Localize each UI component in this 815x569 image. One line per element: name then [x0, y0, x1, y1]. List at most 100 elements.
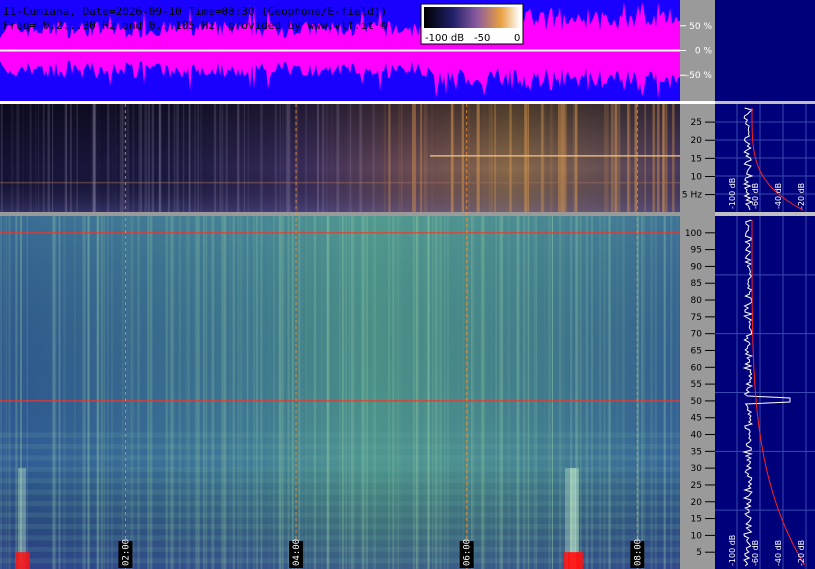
high-spectrogram-streak	[373, 216, 375, 569]
low-spectrogram-streak	[98, 104, 101, 212]
high-spectrogram-streak	[147, 216, 149, 569]
high-spectrogram-streak	[660, 216, 661, 569]
low-spectrogram-streak	[644, 104, 646, 212]
low-spectrogram-streak	[138, 104, 140, 212]
colorbar: -100 dB -50 0	[420, 3, 524, 45]
high-spectrogram-streak	[327, 216, 330, 569]
high-spectrogram-streak	[348, 216, 350, 569]
colorbar-min-label: -100 dB	[425, 33, 464, 44]
high-spectrogram-streak	[74, 216, 76, 569]
high-spectrogram-streak	[643, 216, 645, 569]
high-spectrogram-streak	[246, 216, 249, 569]
high-frequency-tick-label: 80	[691, 296, 703, 306]
high-spectrogram-streak	[365, 216, 368, 569]
high-spectrogram-streak	[435, 216, 438, 569]
low-spectrogram-streak	[237, 104, 240, 212]
low-spectrogram-streak	[221, 104, 224, 212]
high-spectrogram-streak	[130, 216, 133, 569]
high-spectrogram-streak	[178, 216, 181, 569]
high-spectrogram-streak	[233, 216, 235, 569]
high-spectrogram-streak	[388, 216, 391, 569]
low-spectrogram-streak	[197, 104, 199, 212]
high-spectrogram-streak	[533, 216, 536, 569]
high-spectrogram-streak	[305, 216, 307, 569]
high-spectrogram-streak	[447, 216, 449, 569]
low-spectrogram-streak	[347, 104, 350, 212]
high-spectrogram-streak	[26, 216, 28, 569]
high-spectrogram-streak	[507, 216, 510, 569]
high-spectrogram-streak	[0, 216, 3, 569]
low-spectrogram-streak	[634, 104, 638, 212]
low-frequency-axis: 25 20 15 10 5 Hz	[680, 104, 715, 212]
high-spectrogram-streak	[672, 216, 674, 569]
high-spectrogram-streak	[434, 216, 436, 569]
high-frequency-tick-label: 85	[691, 279, 702, 289]
low-spectrogram-streak	[352, 104, 354, 212]
high-spectrogram-streak	[677, 216, 680, 569]
low-spectrogram-streak	[16, 104, 20, 212]
spectrum-db-label: -100 dB	[728, 178, 737, 209]
low-spectrogram-streak	[540, 104, 544, 212]
low-spectrogram-streak	[420, 104, 423, 212]
high-spectrogram-streak	[255, 216, 259, 569]
high-spectrogram-streak	[283, 216, 285, 569]
high-spectrogram-streak	[240, 216, 242, 569]
low-spectrogram-streak	[109, 104, 111, 212]
high-spectrogram-streak	[472, 216, 475, 569]
high-spectrogram-streak	[495, 216, 497, 569]
low-frequency-tick-label: 15	[691, 154, 702, 164]
low-spectrogram-streak	[305, 104, 308, 212]
low-spectrogram-streak	[610, 104, 614, 212]
high-spectrogram-streak	[185, 216, 188, 569]
high-spectrogram-streak	[132, 216, 135, 569]
high-spectrogram-streak	[544, 216, 547, 569]
low-spectrogram-streak	[243, 104, 245, 212]
high-spectrogram-streak	[517, 216, 520, 569]
high-spectrogram-streak	[632, 216, 634, 569]
high-spectrogram-streak	[52, 216, 55, 569]
low-spectrogram-streak	[415, 104, 417, 212]
high-spectrogram-streak	[15, 216, 18, 569]
high-spectrogram-streak	[602, 216, 604, 569]
low-spectrogram-streak	[349, 104, 352, 212]
low-spectrogram-streak	[158, 104, 162, 212]
high-spectrogram-streak	[580, 216, 582, 569]
high-spectrogram-streak	[599, 216, 602, 569]
low-spectrogram-streak	[282, 104, 284, 212]
low-spectrogram-panel: 25 20 15 10 5 Hz	[0, 104, 715, 212]
low-spectrogram-streak	[279, 104, 281, 212]
low-spectrogram-streak	[666, 104, 668, 212]
low-spectrogram-streak	[147, 104, 149, 212]
high-spectrogram-streak	[300, 216, 303, 569]
high-spectrogram-streak	[400, 216, 402, 569]
low-spectrogram-streak	[426, 104, 428, 212]
high-spectrogram-streak	[313, 216, 316, 569]
high-spectrogram-streak	[641, 216, 643, 569]
low-spectrogram-streak	[483, 104, 486, 212]
high-spectrogram-streak	[523, 216, 525, 569]
low-spectrogram-streak	[173, 104, 176, 212]
low-spectrogram-streak	[317, 104, 319, 212]
high-spectrogram-streak	[138, 216, 139, 569]
high-spectrogram-streak	[126, 216, 129, 569]
time-label: 06:00	[463, 539, 473, 566]
high-spectrogram-streak	[117, 216, 119, 569]
high-spectrogram-streak	[166, 216, 168, 569]
high-spectrogram-streak	[150, 216, 153, 569]
high-spectrogram-streak	[325, 216, 326, 569]
low-spectrogram-streak	[509, 104, 512, 212]
low-spectrogram-streak	[139, 104, 143, 212]
low-spectrogram-streak	[662, 104, 664, 212]
low-spectrogram-streak	[194, 104, 196, 212]
high-frequency-tick-label: 100	[685, 229, 702, 239]
low-spectrogram-streak	[65, 104, 67, 212]
high-spectrogram-streak	[480, 216, 484, 569]
high-spectrogram-streak	[535, 216, 537, 569]
low-frequency-tick-label: 20	[691, 136, 703, 146]
high-spectrogram-streak	[107, 216, 109, 569]
high-spectrogram-streak	[513, 216, 515, 569]
low-spectrogram-streak	[52, 104, 54, 212]
high-spectrogram-streak	[663, 216, 665, 569]
high-frequency-tick-label: 65	[691, 346, 702, 356]
high-frequency-tick-label: 20	[691, 498, 703, 508]
